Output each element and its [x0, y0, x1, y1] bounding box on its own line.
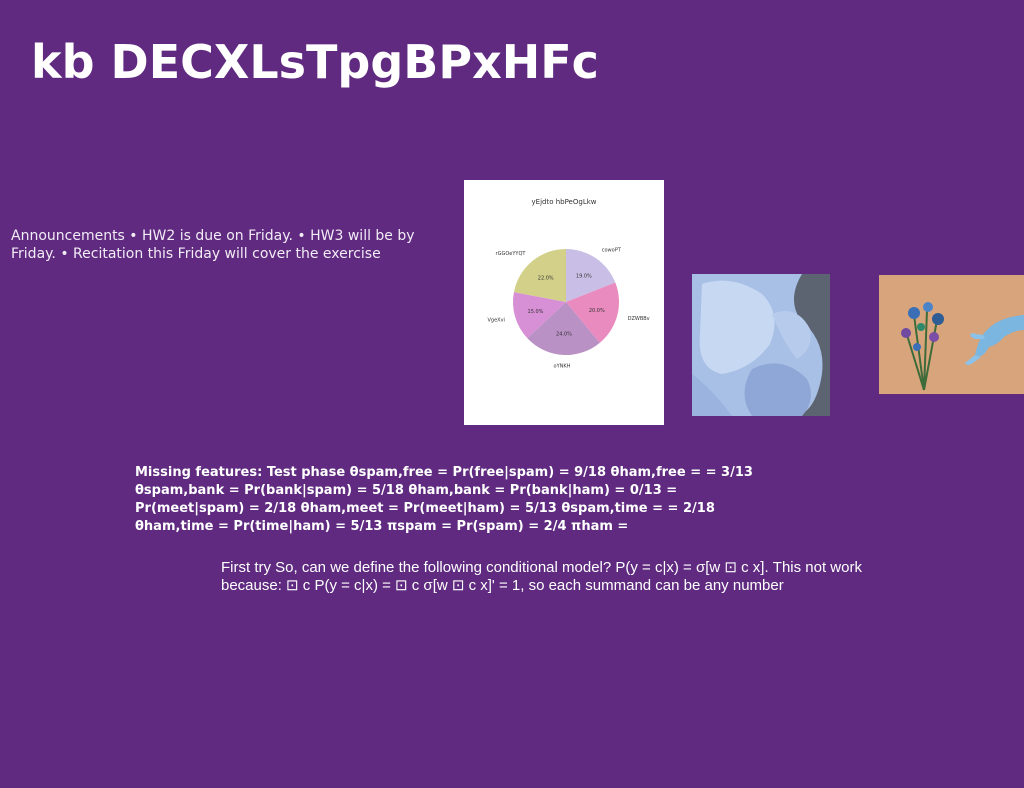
- pie-pct-label: 15.0%: [528, 309, 544, 315]
- first-try-text: First try So, can we define the followin…: [221, 559, 862, 594]
- pie-category-label: cowoPT: [602, 247, 622, 253]
- pie-chart: yEjdto hbPeOgLkw 19.0% cowoPT 20.0% DZWBBv 2…: [487, 198, 650, 369]
- slide-title: kb DECXLsTpgBPxHFc: [31, 35, 599, 89]
- pie-pct-label: 19.0%: [576, 274, 592, 280]
- pie-category-label: DZWBBv: [628, 316, 650, 322]
- pie-category-label: oYNKH: [554, 363, 571, 369]
- announcements-text: Announcements • HW2 is due on Friday. • …: [11, 228, 415, 262]
- missing-features-text: Missing features: Test phase θspam,free …: [135, 465, 753, 534]
- pie-pct-label: 22.0%: [538, 275, 554, 281]
- chart-title: yEjdto hbPeOgLkw: [532, 198, 597, 206]
- pie-category-label: rGGOeYYQT: [496, 251, 527, 257]
- pie-category-label: VgeXvi: [487, 318, 504, 324]
- sculpture-photo: [692, 274, 830, 416]
- pie-pct-label: 24.0%: [556, 332, 572, 338]
- pie-pct-label: 20.0%: [589, 308, 605, 314]
- pie-chart-card: yEjdto hbPeOgLkw 19.0% cowoPT 20.0% DZWBBv 2…: [464, 180, 664, 425]
- flowers-hand-photo: [879, 275, 1024, 394]
